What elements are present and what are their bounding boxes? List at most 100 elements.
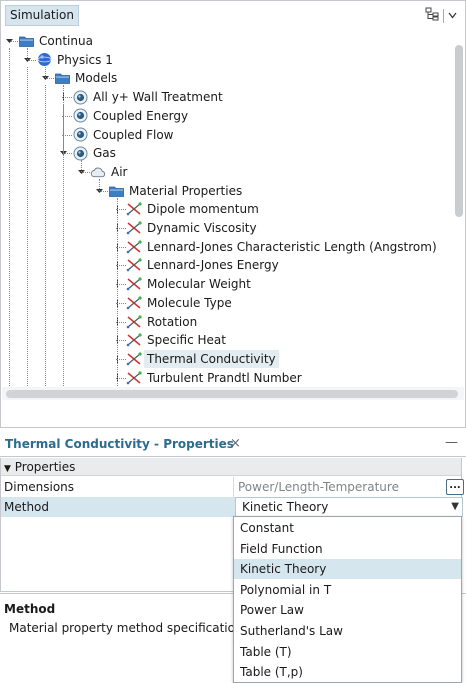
tree-node[interactable]: Coupled Flow bbox=[2, 126, 454, 144]
tree-node-label: Dynamic Viscosity bbox=[147, 221, 257, 235]
tree-guide-line bbox=[9, 48, 10, 387]
method-select-value: Kinetic Theory bbox=[242, 500, 329, 514]
dropdown-option[interactable]: Table (T,p) bbox=[234, 662, 461, 682]
tree-layout-icon[interactable] bbox=[425, 7, 439, 24]
leaf-marker-icon[interactable] bbox=[113, 256, 123, 274]
leaf-marker-icon[interactable] bbox=[113, 331, 123, 349]
folder-icon bbox=[18, 32, 34, 50]
model-icon bbox=[72, 88, 88, 106]
leaf-marker-icon[interactable] bbox=[113, 238, 123, 256]
tree-node[interactable]: Air bbox=[2, 163, 454, 181]
tree-guide-line bbox=[27, 48, 28, 60]
leaf-marker-icon[interactable] bbox=[113, 369, 123, 387]
dropdown-option[interactable]: Field Function bbox=[234, 539, 461, 559]
tree-node[interactable]: Dynamic Viscosity bbox=[2, 219, 454, 237]
leaf-marker-icon[interactable] bbox=[59, 126, 69, 144]
dropdown-option[interactable]: Polynomial in T bbox=[234, 580, 461, 600]
tree-node[interactable]: Models bbox=[2, 69, 454, 87]
leaf-marker-icon[interactable] bbox=[59, 107, 69, 125]
simulation-tree[interactable]: Continua Physics 1 Models All y+ Wall Treat… bbox=[2, 29, 454, 387]
tree-node[interactable]: Specific Heat bbox=[2, 331, 454, 349]
tree-node-label: Specific Heat bbox=[147, 333, 226, 348]
tree-node-label: Coupled Flow bbox=[93, 127, 174, 142]
tree-node[interactable]: Thermal Conductivity bbox=[2, 349, 454, 368]
leaf-marker-icon[interactable] bbox=[113, 200, 123, 218]
property-row-dimensions[interactable]: Dimensions Power/Length-Temperature ... bbox=[1, 477, 464, 497]
property-icon bbox=[126, 238, 142, 256]
tree-horizontal-scrollbar[interactable] bbox=[6, 390, 458, 398]
tree-node-label: Models bbox=[75, 71, 118, 86]
collapse-icon[interactable] bbox=[59, 144, 69, 162]
close-icon[interactable]: × bbox=[230, 436, 241, 451]
leaf-marker-icon[interactable] bbox=[59, 88, 69, 106]
tree-node-label: Molecular Weight bbox=[147, 277, 251, 292]
tree-guide-line bbox=[117, 197, 118, 387]
tree-node-label: All y+ Wall Treatment bbox=[93, 90, 223, 105]
toolbar-separator bbox=[443, 8, 444, 23]
sphere-icon bbox=[36, 51, 52, 69]
tree-node[interactable]: Material Properties bbox=[2, 182, 454, 200]
tree-node[interactable]: Continua bbox=[2, 32, 454, 50]
property-icon bbox=[126, 200, 142, 218]
dropdown-option[interactable]: Constant bbox=[234, 518, 461, 538]
tree-guide-line bbox=[45, 85, 46, 387]
dropdown-option[interactable]: Sutherland's Law bbox=[234, 621, 461, 641]
tree-node-label: Rotation bbox=[147, 314, 198, 329]
tree-node-label: Lennard-Jones Characteristic Length (Ang… bbox=[147, 239, 437, 254]
leaf-marker-icon[interactable] bbox=[113, 313, 123, 331]
tree-node[interactable]: Molecule Type bbox=[2, 294, 454, 312]
property-icon bbox=[126, 369, 142, 387]
method-dropdown-list[interactable]: Constant Field Function Kinetic Theory Poly… bbox=[233, 516, 462, 683]
property-value: Power/Length-Temperature bbox=[238, 480, 399, 494]
property-icon bbox=[126, 256, 142, 274]
chevron-down-icon[interactable]: ▼ bbox=[451, 498, 459, 516]
leaf-marker-icon[interactable] bbox=[113, 350, 123, 368]
description-title: Method bbox=[4, 602, 56, 616]
tree-node[interactable]: Physics 1 bbox=[2, 51, 454, 69]
tree-node[interactable]: Rotation bbox=[2, 313, 454, 331]
method-select[interactable]: Kinetic Theory ▼ bbox=[235, 497, 463, 517]
property-icon bbox=[126, 350, 142, 368]
tree-node[interactable]: All y+ Wall Treatment bbox=[2, 88, 454, 106]
property-row-method[interactable]: Method Kinetic Theory ▼ bbox=[1, 497, 463, 517]
collapse-icon[interactable] bbox=[23, 51, 33, 69]
collapse-icon[interactable] bbox=[77, 163, 87, 181]
properties-title[interactable]: Thermal Conductivity - Properties bbox=[5, 437, 234, 451]
dropdown-option[interactable]: Table (T) bbox=[234, 642, 461, 662]
leaf-marker-icon[interactable] bbox=[113, 294, 123, 312]
collapse-icon[interactable] bbox=[5, 32, 15, 50]
tree-node[interactable]: Dipole momentum bbox=[2, 200, 454, 218]
collapse-icon[interactable] bbox=[95, 182, 105, 200]
tree-node[interactable]: Molecular Weight bbox=[2, 275, 454, 293]
tree-node-label: Material Properties bbox=[129, 183, 243, 198]
dimensions-edit-button[interactable]: ... bbox=[446, 479, 464, 495]
tree-node-label: Turbulent Prandtl Number bbox=[147, 370, 302, 385]
collapse-triangle-icon[interactable]: ▼ bbox=[4, 464, 11, 474]
tree-node[interactable]: Lennard-Jones Energy bbox=[2, 256, 454, 274]
simulation-tab[interactable]: Simulation bbox=[5, 5, 79, 26]
leaf-marker-icon[interactable] bbox=[113, 219, 123, 237]
properties-section-header[interactable]: ▼ Properties bbox=[1, 458, 461, 476]
collapse-icon[interactable] bbox=[41, 69, 51, 87]
tree-toolbar bbox=[425, 7, 457, 24]
property-icon bbox=[126, 294, 142, 312]
tree-node-label: Continua bbox=[39, 34, 93, 48]
tree-node[interactable]: Turbulent Prandtl Number bbox=[2, 369, 454, 387]
tree-node[interactable]: Lennard-Jones Characteristic Length (Ang… bbox=[2, 238, 454, 256]
dropdown-option[interactable]: Kinetic Theory bbox=[234, 559, 461, 580]
tree-node-label: Dipole momentum bbox=[147, 202, 259, 217]
tree-guide-line bbox=[27, 66, 28, 387]
model-icon bbox=[72, 107, 88, 125]
minimize-icon[interactable]: — bbox=[445, 435, 458, 450]
dropdown-option[interactable]: Power Law bbox=[234, 600, 461, 620]
tree-vertical-scrollbar[interactable] bbox=[455, 45, 463, 217]
tree-node[interactable]: Coupled Energy bbox=[2, 107, 454, 125]
tree-node[interactable]: Gas bbox=[2, 144, 454, 162]
tree-node-label: Thermal Conductivity bbox=[144, 349, 279, 368]
leaf-marker-icon[interactable] bbox=[113, 275, 123, 293]
folder-icon bbox=[108, 182, 124, 200]
property-icon bbox=[126, 331, 142, 349]
model-icon bbox=[72, 126, 88, 144]
menu-arrow-icon[interactable] bbox=[448, 9, 457, 23]
property-icon bbox=[126, 219, 142, 237]
